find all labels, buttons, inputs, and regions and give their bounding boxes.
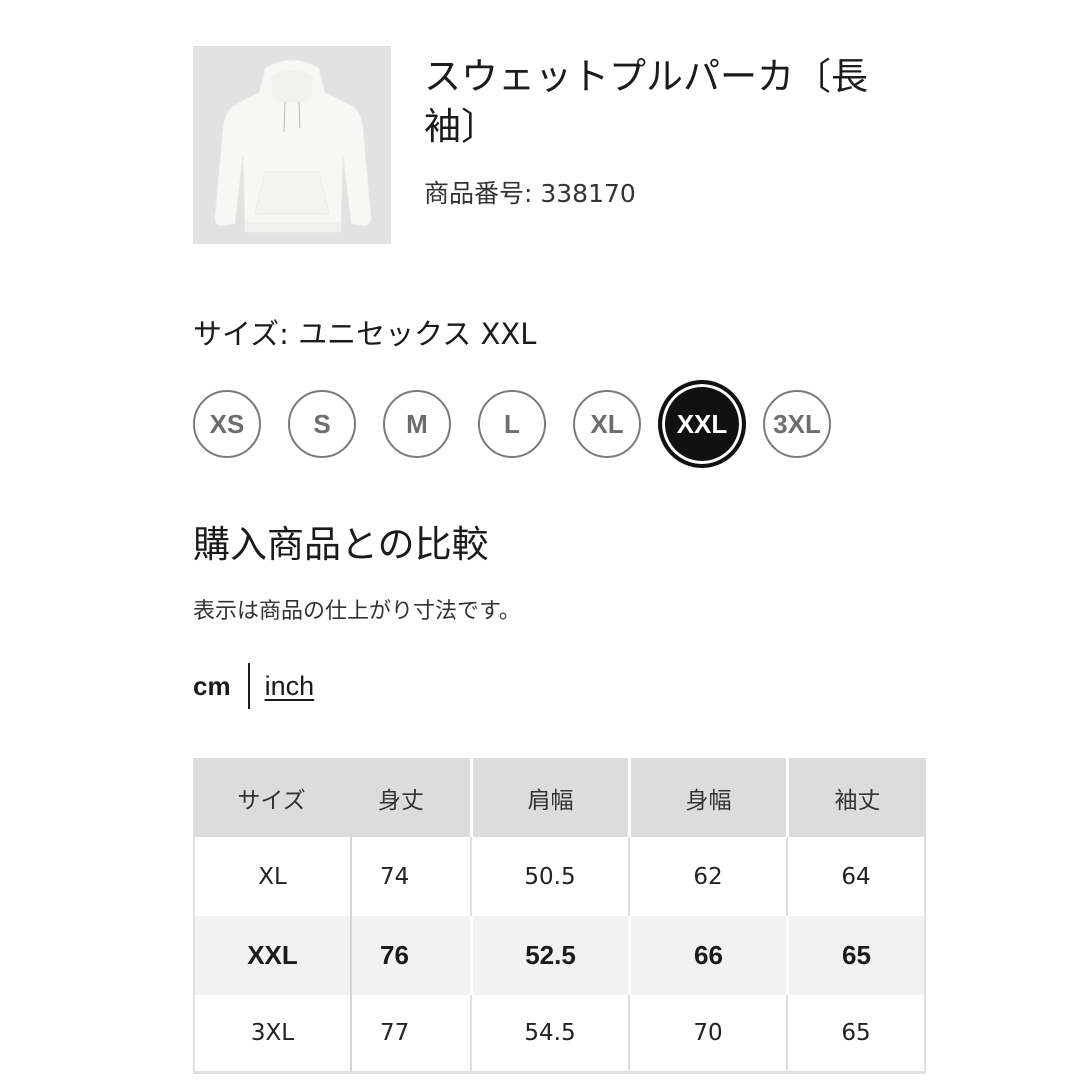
- header-sleeve-length: 袖丈: [786, 758, 926, 837]
- cell-body-width: 62: [628, 837, 786, 916]
- cell-shoulder-width: 50.5: [470, 837, 628, 916]
- product-image: [193, 46, 391, 244]
- cell-body-length: 76: [350, 916, 470, 995]
- product-title-line2: 袖〕: [424, 105, 498, 148]
- size-option-xxl[interactable]: XXL: [658, 380, 746, 468]
- cell-body-length: 77: [350, 995, 470, 1074]
- cell-body-width: 66: [628, 916, 786, 995]
- header-size: サイズ: [193, 758, 350, 837]
- size-option-m[interactable]: M: [383, 390, 451, 458]
- table-row: XL 74 50.5 62 64: [193, 837, 926, 916]
- cell-sleeve-length: 65: [786, 995, 926, 1074]
- size-option-s[interactable]: S: [288, 390, 356, 458]
- product-id: 商品番号: 338170: [424, 179, 636, 208]
- table-row: 3XL 77 54.5 70 65: [193, 995, 926, 1074]
- header-shoulder-width: 肩幅: [470, 758, 628, 837]
- cell-shoulder-width: 54.5: [470, 995, 628, 1074]
- unit-divider: [247, 663, 250, 709]
- size-comparison-table: サイズ 身丈 肩幅 身幅 袖丈 XL 74 50.5 62 64 XXL 76 …: [193, 758, 926, 1074]
- cell-body-length: 74: [350, 837, 470, 916]
- table-row-highlighted: XXL 76 52.5 66 65: [193, 916, 926, 995]
- cell-sleeve-length: 64: [786, 837, 926, 916]
- header-body-width: 身幅: [628, 758, 786, 837]
- cell-size: 3XL: [193, 995, 350, 1074]
- hoodie-image: [193, 46, 391, 244]
- size-option-3xl[interactable]: 3XL: [763, 390, 831, 458]
- size-label: サイズ: ユニセックス XXL: [193, 317, 537, 351]
- product-title-line1: スウェットプルパーカ〔長: [424, 55, 868, 98]
- comparison-title: 購入商品との比較: [193, 523, 489, 566]
- size-option-l[interactable]: L: [478, 390, 546, 458]
- cell-body-width: 70: [628, 995, 786, 1074]
- table-header-row: サイズ 身丈 肩幅 身幅 袖丈: [193, 758, 926, 837]
- product-title: スウェットプルパーカ〔長 袖〕: [424, 52, 894, 152]
- size-option-xs[interactable]: XS: [193, 390, 261, 458]
- unit-inch-link[interactable]: inch: [265, 671, 315, 702]
- size-option-xl[interactable]: XL: [573, 390, 641, 458]
- unit-toggle: cm inch: [193, 663, 314, 709]
- comparison-note: 表示は商品の仕上がり寸法です。: [193, 599, 521, 624]
- unit-cm-option[interactable]: cm: [193, 671, 231, 702]
- header-body-length: 身丈: [350, 758, 470, 837]
- cell-size: XXL: [193, 916, 350, 995]
- cell-sleeve-length: 65: [786, 916, 926, 995]
- cell-size: XL: [193, 837, 350, 916]
- cell-shoulder-width: 52.5: [470, 916, 628, 995]
